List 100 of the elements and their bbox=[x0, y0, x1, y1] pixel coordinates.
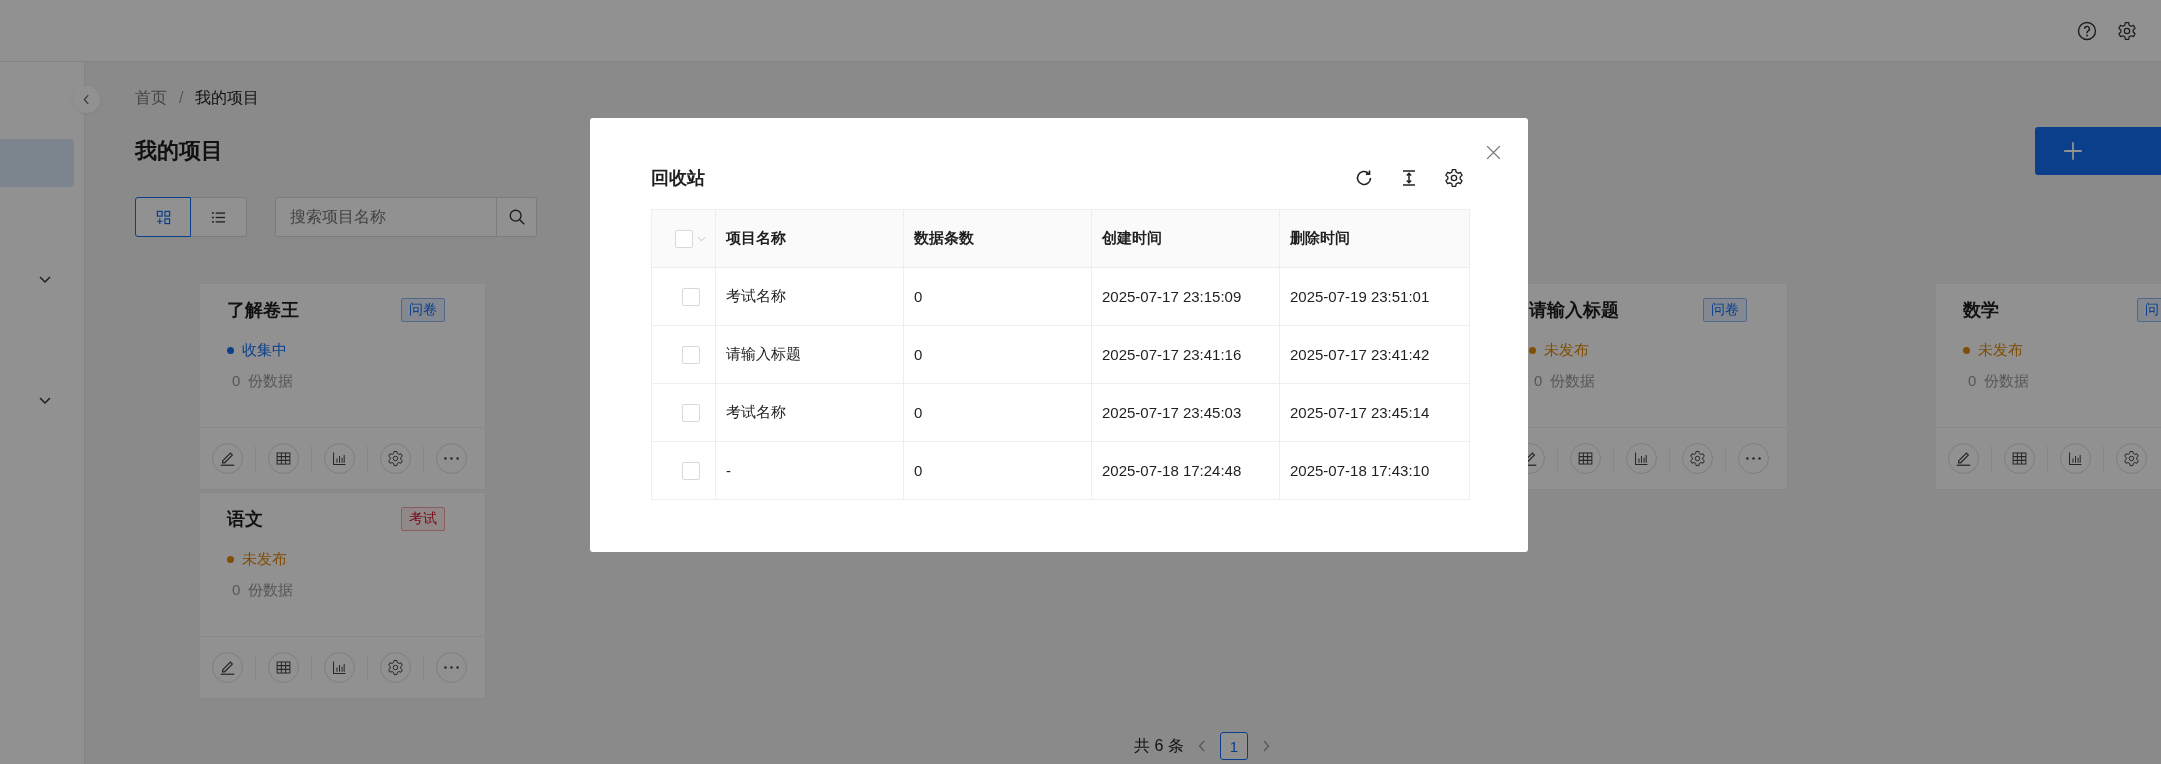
project-card[interactable]: 语文 考试 未发布 0 份数据 bbox=[199, 492, 486, 699]
gear-icon bbox=[387, 450, 404, 467]
bar-chart-icon bbox=[1633, 450, 1650, 467]
previous-page-icon[interactable] bbox=[1197, 740, 1206, 752]
table-cell: 考试名称 bbox=[715, 267, 904, 326]
type-tag: 问卷 bbox=[1703, 298, 1747, 322]
plus-icon bbox=[2062, 140, 2084, 162]
status-label: 未发布 bbox=[1978, 341, 2023, 360]
table-button[interactable] bbox=[268, 652, 299, 683]
table-cell: 2025-07-17 23:15:09 bbox=[1091, 267, 1280, 326]
chevron-down-icon[interactable] bbox=[39, 276, 51, 284]
close-icon bbox=[1485, 144, 1502, 161]
table-button[interactable] bbox=[1570, 443, 1601, 474]
table-cell: 0 bbox=[903, 325, 1092, 384]
settings-icon[interactable] bbox=[1444, 168, 1464, 188]
list-icon bbox=[211, 209, 226, 225]
status-label: 未发布 bbox=[1544, 341, 1589, 360]
table-cell: 2025-07-19 23:51:01 bbox=[1279, 267, 1470, 326]
breadcrumb-separator: / bbox=[179, 88, 184, 108]
table-icon bbox=[1577, 450, 1594, 467]
page-button[interactable]: 1 bbox=[1219, 732, 1248, 760]
table-cell: 0 bbox=[903, 267, 1092, 326]
table-cell: 0 bbox=[903, 441, 1092, 500]
settings-button[interactable] bbox=[2116, 443, 2147, 474]
project-title: 数学 bbox=[1963, 299, 2000, 322]
status-label: 未发布 bbox=[242, 550, 287, 569]
chart-button[interactable] bbox=[324, 652, 355, 683]
more-icon bbox=[1746, 457, 1761, 460]
bar-chart-icon bbox=[331, 450, 348, 467]
settings-button[interactable] bbox=[1682, 443, 1713, 474]
gear-icon bbox=[387, 659, 404, 676]
type-tag: 考试 bbox=[401, 507, 445, 531]
table-icon bbox=[275, 450, 292, 467]
search-field[interactable]: 搜索项目名称 bbox=[275, 197, 497, 237]
status-dot bbox=[227, 556, 234, 563]
total-count: 共 6 条 bbox=[1134, 735, 1184, 756]
bar-chart-icon bbox=[2067, 450, 2084, 467]
chevron-down-icon[interactable] bbox=[39, 397, 51, 405]
data-count: 0 bbox=[1534, 372, 1543, 391]
row-checkbox[interactable] bbox=[681, 288, 700, 306]
table-button[interactable] bbox=[268, 443, 299, 474]
search-button[interactable] bbox=[497, 197, 537, 237]
settings-button[interactable] bbox=[380, 652, 411, 683]
next-page-icon[interactable] bbox=[1261, 740, 1270, 752]
list-view-button[interactable] bbox=[191, 197, 247, 237]
data-count-label: 份数据 bbox=[1550, 372, 1596, 391]
search-icon bbox=[507, 208, 526, 226]
column-header: 创建时间 bbox=[1091, 209, 1280, 268]
status-dot bbox=[1963, 347, 1970, 354]
column-header: 数据条数 bbox=[903, 209, 1092, 268]
column-header: 项目名称 bbox=[715, 209, 904, 268]
project-title: 语文 bbox=[227, 508, 264, 531]
more-icon bbox=[444, 666, 459, 669]
breadcrumb-item: 我的项目 bbox=[195, 88, 260, 108]
project-card[interactable]: 了解卷王 问卷 收集中 0 份数据 bbox=[199, 283, 486, 490]
project-card[interactable]: 数学 问 未发布 0 份数据 bbox=[1935, 283, 2161, 490]
row-checkbox[interactable] bbox=[681, 346, 700, 364]
more-icon bbox=[444, 457, 459, 460]
data-count-label: 份数据 bbox=[1984, 372, 2030, 391]
column-header: 删除时间 bbox=[1279, 209, 1470, 268]
chart-button[interactable] bbox=[324, 443, 355, 474]
gear-icon bbox=[1689, 450, 1706, 467]
pencil-icon bbox=[220, 451, 235, 466]
refresh-icon[interactable] bbox=[1354, 168, 1374, 188]
status-dot bbox=[227, 347, 234, 354]
table-cell: 2025-07-18 17:43:10 bbox=[1279, 441, 1470, 500]
table-cell: 2025-07-17 23:41:42 bbox=[1279, 325, 1470, 384]
chart-button[interactable] bbox=[2060, 443, 2091, 474]
pencil-icon bbox=[1956, 451, 1971, 466]
project-title: 请输入标题 bbox=[1529, 299, 1620, 322]
grid-view-button[interactable] bbox=[135, 197, 191, 237]
row-checkbox[interactable] bbox=[681, 404, 700, 422]
project-title: 了解卷王 bbox=[227, 299, 300, 322]
table-cell: 2025-07-17 23:41:16 bbox=[1091, 325, 1280, 384]
chart-button[interactable] bbox=[1626, 443, 1657, 474]
page-title: 我的项目 bbox=[135, 137, 223, 165]
table-cell: 考试名称 bbox=[715, 383, 904, 442]
settings-button[interactable] bbox=[380, 443, 411, 474]
table-cell: - bbox=[715, 441, 904, 500]
table-icon bbox=[275, 659, 292, 676]
table-cell: 请输入标题 bbox=[715, 325, 904, 384]
dialog-title: 回收站 bbox=[651, 167, 705, 190]
status-dot bbox=[1529, 347, 1536, 354]
row-checkbox[interactable] bbox=[681, 462, 700, 480]
data-count: 0 bbox=[232, 372, 241, 391]
bar-chart-icon bbox=[331, 659, 348, 676]
grid-icon bbox=[155, 209, 171, 225]
data-count: 0 bbox=[1968, 372, 1977, 391]
help-icon[interactable] bbox=[2077, 20, 2097, 41]
table-cell: 2025-07-17 23:45:03 bbox=[1091, 383, 1280, 442]
table-button[interactable] bbox=[2004, 443, 2035, 474]
table-icon bbox=[2011, 450, 2028, 467]
data-count-label: 份数据 bbox=[248, 372, 294, 391]
data-count-label: 份数据 bbox=[248, 581, 294, 600]
table-cell: 0 bbox=[903, 383, 1092, 442]
type-tag: 问 bbox=[2137, 298, 2161, 322]
status-label: 收集中 bbox=[242, 341, 287, 360]
select-all-checkbox[interactable] bbox=[675, 230, 693, 248]
table-cell: 2025-07-18 17:24:48 bbox=[1091, 441, 1280, 500]
pencil-icon bbox=[220, 660, 235, 675]
